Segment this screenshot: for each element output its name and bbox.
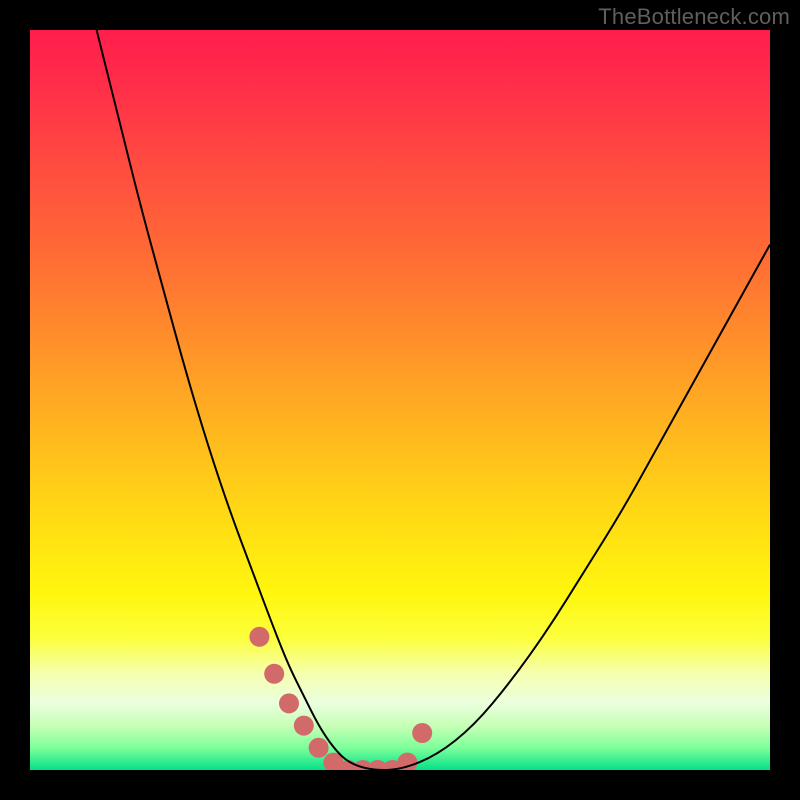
highlight-dot [412, 723, 432, 743]
bottleneck-curve [97, 30, 770, 770]
plot-area [30, 30, 770, 770]
highlight-dot [309, 738, 329, 758]
watermark-text: TheBottleneck.com [598, 4, 790, 30]
highlight-dot [279, 693, 299, 713]
highlight-dot [264, 664, 284, 684]
chart-svg [30, 30, 770, 770]
highlight-dot [249, 627, 269, 647]
highlight-dot [294, 716, 314, 736]
highlight-dots [249, 627, 432, 770]
chart-frame: TheBottleneck.com [0, 0, 800, 800]
